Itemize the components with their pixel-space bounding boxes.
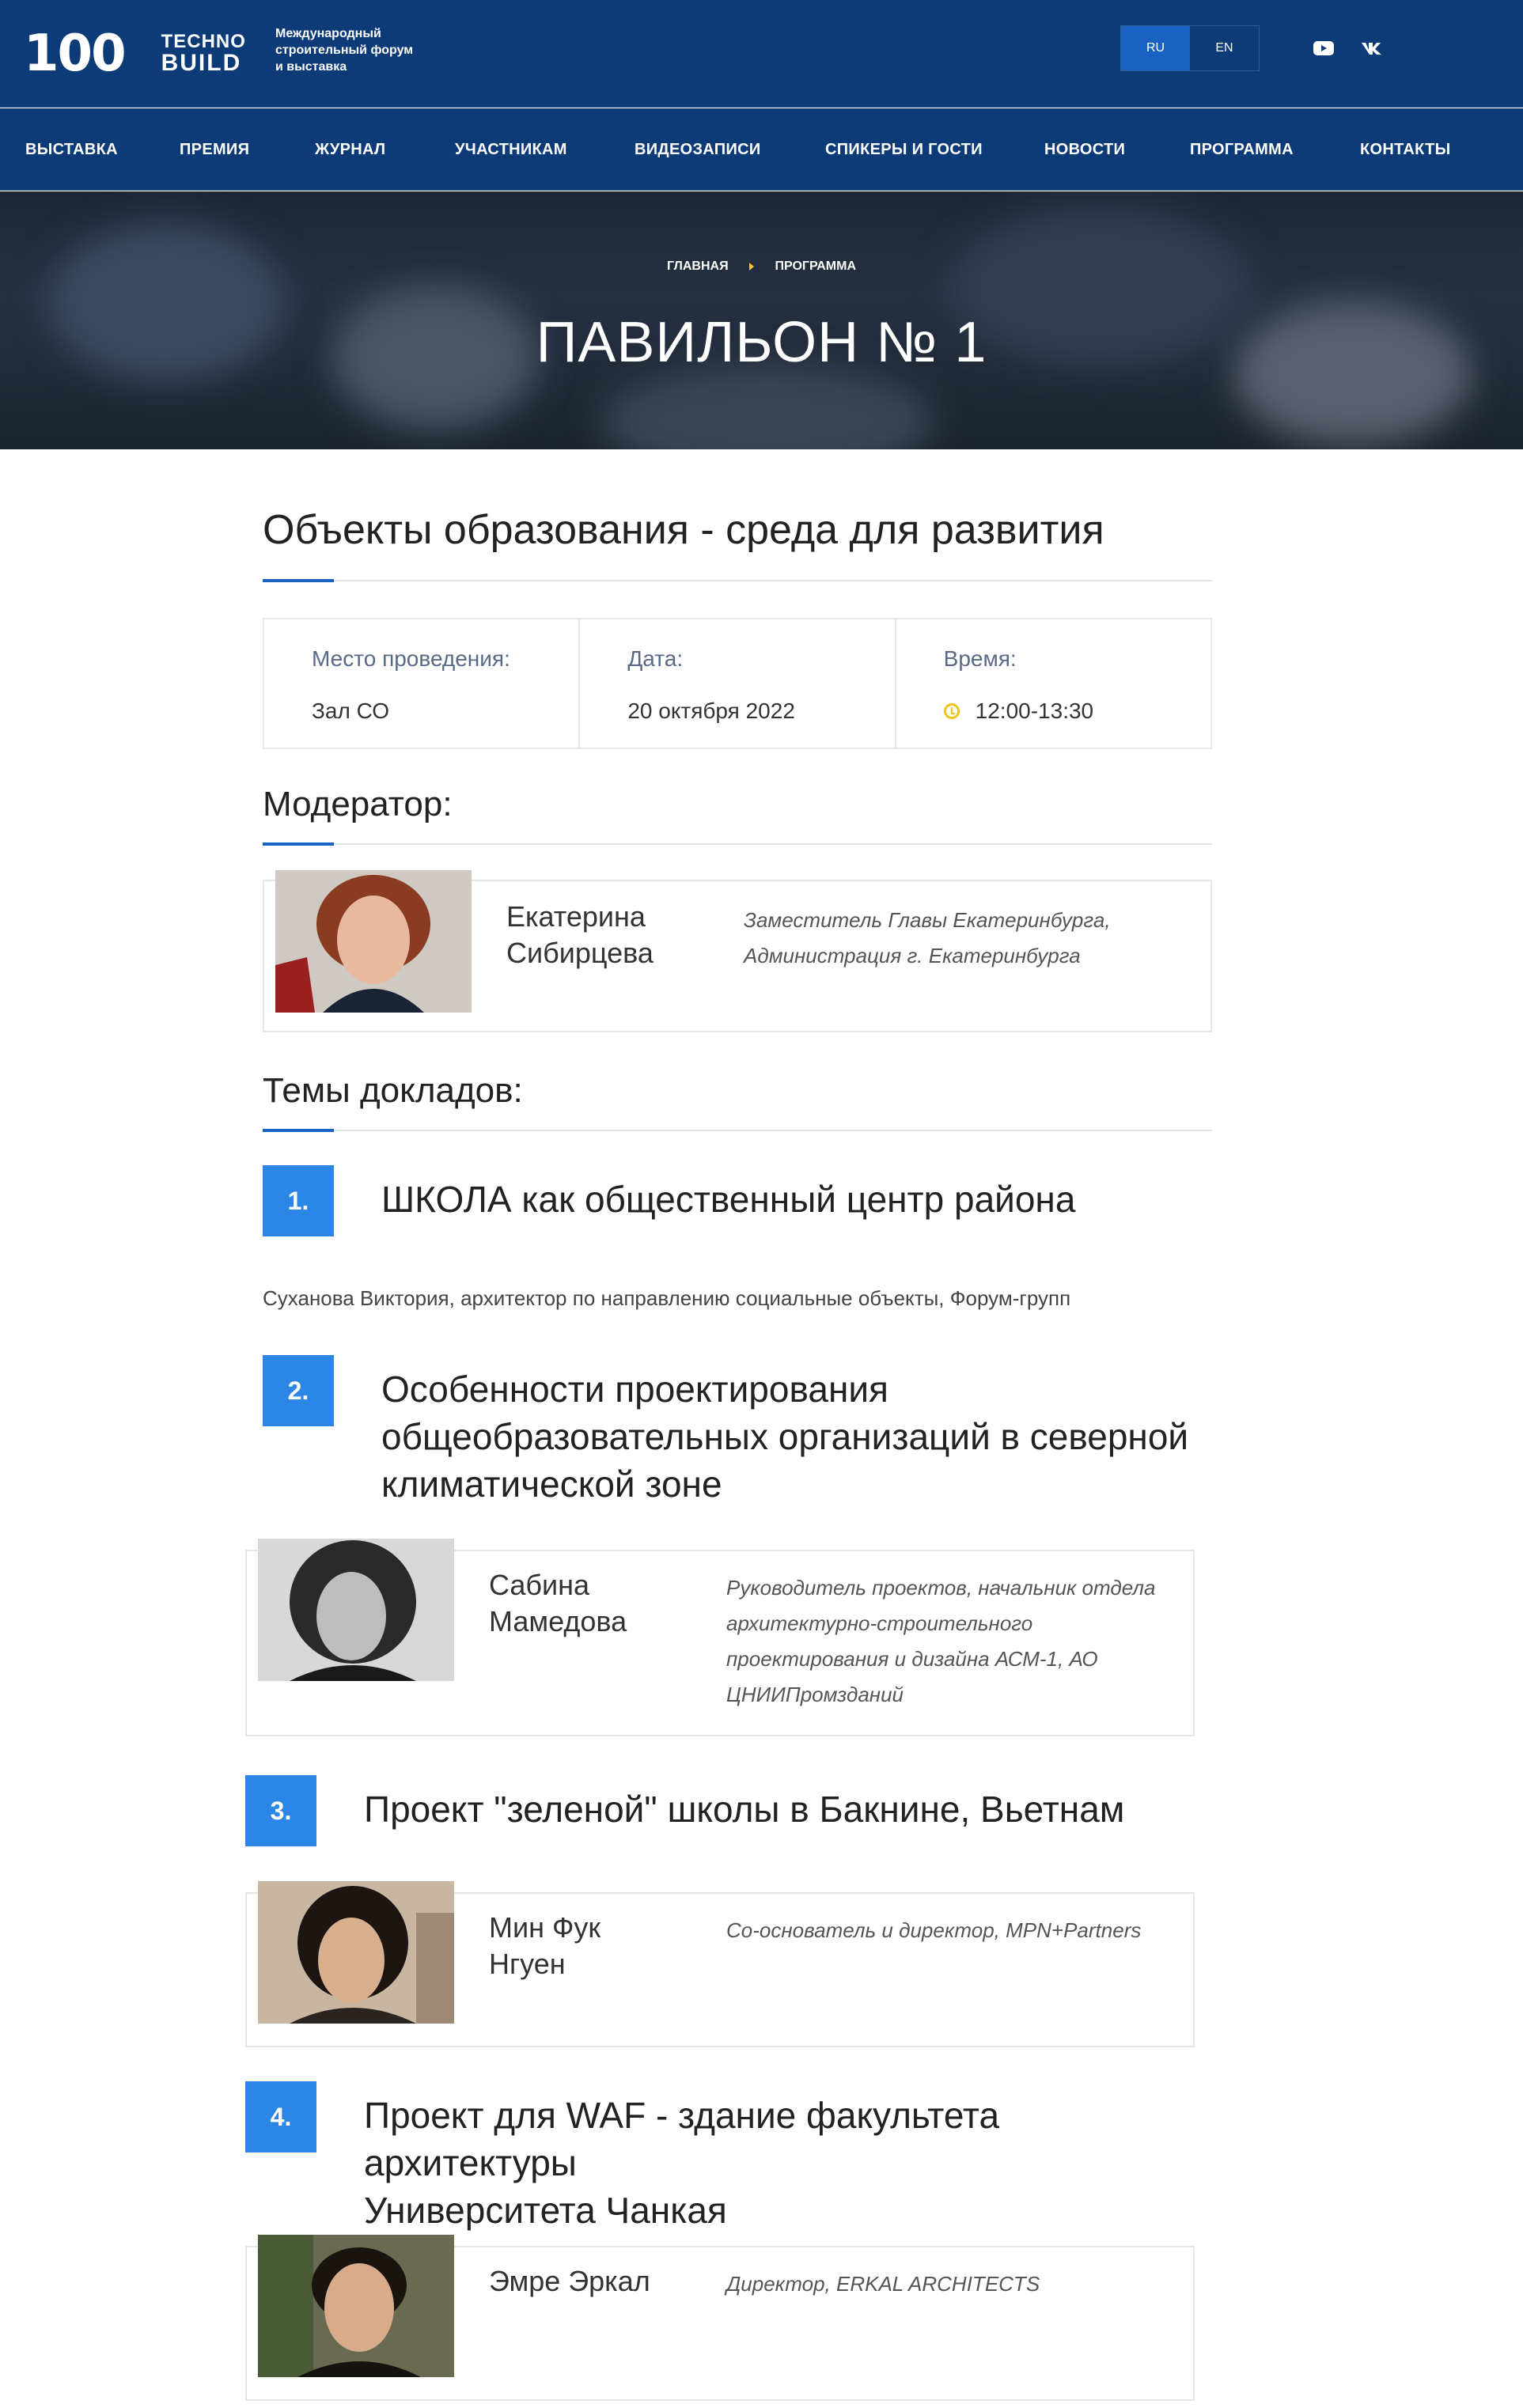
venue-label: Место проведения: [312,646,510,671]
topic-title-line: Особенности проектирования [381,1369,888,1410]
topic-title-line: общеобразовательных организаций в северн… [381,1416,1189,1457]
venue-value: Зал СО [312,699,389,723]
topic-title[interactable]: Проект "зеленой" школы в Бакнине, Вьетна… [364,1785,1124,1833]
moderator-heading: Модератор: [263,785,453,823]
session-title: Объекты образования - среда для развития [263,507,1104,553]
logo-subtitle-line: и выставка [275,60,347,74]
main-navigation: ВЫСТАВКА ПРЕМИЯ ЖУРНАЛ УЧАСТНИКАМ ВИДЕОЗ… [0,108,1523,191]
speaker-name-line: Эмре Эркал [489,2265,650,2297]
language-switcher: RU EN [1120,25,1260,71]
topic-title-line: Университета Чанкая [364,2190,727,2231]
nav-item-contacts[interactable]: КОНТАКТЫ [1360,108,1451,191]
nav-item-award[interactable]: ПРЕМИЯ [180,108,249,191]
speaker-role: Директор, ERKAL ARCHITECTS [726,2266,1040,2302]
time-cell: Время: 12:00-13:30 [896,619,1210,748]
nav-item-participants[interactable]: УЧАСТНИКАМ [455,108,567,191]
page-title: ПАВИЛЬОН № 1 [536,311,987,374]
speaker-role: Руководитель проектов, начальник отдела … [726,1570,1155,1713]
topic-number-badge: 4. [245,2081,316,2152]
nav-item-journal[interactable]: ЖУРНАЛ [315,108,385,191]
moderator-card: Екатерина Сибирцева Заместитель Главы Ек… [263,870,1212,1032]
logo-number: 100 [24,25,127,83]
logo-wordmark: TECHNO BUILD [161,32,246,75]
speaker-name-line: Мамедова [489,1605,627,1638]
topic-title-line: Проект для WAF - здание факультета архит… [364,2095,1000,2183]
session-info-box: Место проведения: Зал СО Дата: 20 октябр… [263,618,1212,749]
nav-item-exhibition[interactable]: ВЫСТАВКА [25,108,118,191]
speaker-card: Эмре Эркал Директор, ERKAL ARCHITECTS [245,2235,1195,2401]
speaker-name: Сабина Мамедова [489,1567,627,1640]
breadcrumb-separator-icon [749,263,755,271]
breadcrumb-program[interactable]: ПРОГРАММА [775,259,857,274]
date-label: Дата: [627,646,684,671]
logo-subtitle-line: Международный [275,27,381,40]
logo-line-1: TECHNO [161,31,246,52]
moderator-role: Заместитель Главы Екатеринбурга, Админис… [744,903,1111,974]
nav-item-speakers[interactable]: СПИКЕРЫ И ГОСТИ [825,108,983,191]
date-value: 20 октября 2022 [627,699,795,723]
topic-title[interactable]: Проект для WAF - здание факультета архит… [364,2092,1212,2234]
section-divider [263,579,1212,582]
moderator-name-line: Екатерина [506,900,646,933]
topic-title-line: Проект "зеленой" школы в Бакнине, Вьетна… [364,1789,1125,1830]
nav-item-program[interactable]: ПРОГРАММА [1190,108,1294,191]
speaker-role-line: Руководитель проектов, начальник отдела [726,1576,1156,1600]
topic-title-line: ШКОЛА как общественный центр района [381,1179,1076,1220]
moderator-role-line: Заместитель Главы Екатеринбурга, [744,908,1111,932]
clock-icon [943,703,960,719]
moderator-photo [275,870,472,1013]
section-divider [263,842,1212,846]
speaker-photo [258,1881,454,2024]
speaker-name-line: Мин Фук [489,1911,601,1944]
topics-heading: Темы докладов: [263,1071,523,1110]
vk-icon[interactable] [1359,35,1386,62]
time-text: 12:00-13:30 [975,699,1094,723]
topic-number-badge: 2. [263,1355,334,1426]
speaker-role-line: проектирования и дизайна АСМ-1, АО [726,1647,1098,1671]
top-header: 100 TECHNO BUILD Международный строитель… [0,0,1523,108]
moderator-name-line: Сибирцева [506,937,654,969]
lang-en-button[interactable]: EN [1190,26,1259,70]
speaker-photo [258,2235,454,2377]
speaker-card: Мин Фук Нгуен Со-основатель и директор, … [245,1881,1195,2047]
topic-title[interactable]: ШКОЛА как общественный центр района [381,1176,1075,1223]
topic-author: Суханова Виктория, архитектор по направл… [263,1286,1071,1310]
moderator-role-line: Администрация г. Екатеринбурга [744,944,1081,967]
topic-title-line: климатической зоне [381,1463,722,1505]
speaker-name-line: Сабина [489,1569,590,1601]
moderator-name: Екатерина Сибирцева [506,899,654,971]
topic-number-badge: 1. [263,1165,334,1236]
date-cell: Дата: 20 октября 2022 [580,619,896,748]
section-divider [263,1129,1212,1132]
hero-bg-shape [601,365,934,449]
nav-item-videos[interactable]: ВИДЕОЗАПИСИ [635,108,761,191]
logo-subtitle-line: строительный форум [275,44,414,57]
speaker-role-line: Директор, ERKAL ARCHITECTS [726,2272,1040,2296]
speaker-role: Со-основатель и директор, MPN+Partners [726,1913,1141,1948]
speaker-role-line: ЦНИИПромзданий [726,1683,904,1706]
nav-item-news[interactable]: НОВОСТИ [1044,108,1125,191]
venue-cell: Место проведения: Зал СО [264,619,581,748]
logo-line-2: BUILD [161,50,242,76]
topic-number-badge: 3. [245,1775,316,1846]
speaker-name: Мин Фук Нгуен [489,1910,600,1982]
speaker-name-line: Нгуен [489,1948,566,1980]
topic-title[interactable]: Особенности проектирования общеобразоват… [381,1365,1188,1508]
speaker-card: Сабина Мамедова Руководитель проектов, н… [245,1539,1195,1736]
speaker-role-line: Со-основатель и директор, MPN+Partners [726,1918,1142,1942]
time-value: 12:00-13:30 [943,699,1210,724]
site-logo[interactable]: 100 TECHNO BUILD [24,22,246,85]
youtube-icon[interactable] [1310,35,1337,62]
speaker-name: Эмре Эркал [489,2263,650,2300]
speaker-role-line: архитектурно-строительного [726,1611,1033,1635]
breadcrumb: ГЛАВНАЯ ПРОГРАММА [0,259,1523,274]
hero-banner: ГЛАВНАЯ ПРОГРАММА ПАВИЛЬОН № 1 [0,191,1523,449]
speaker-photo [258,1539,454,1681]
time-label: Время: [943,646,1017,671]
logo-subtitle: Международный строительный форум и выста… [275,25,413,75]
breadcrumb-home[interactable]: ГЛАВНАЯ [667,259,729,274]
lang-ru-button[interactable]: RU [1121,26,1190,70]
